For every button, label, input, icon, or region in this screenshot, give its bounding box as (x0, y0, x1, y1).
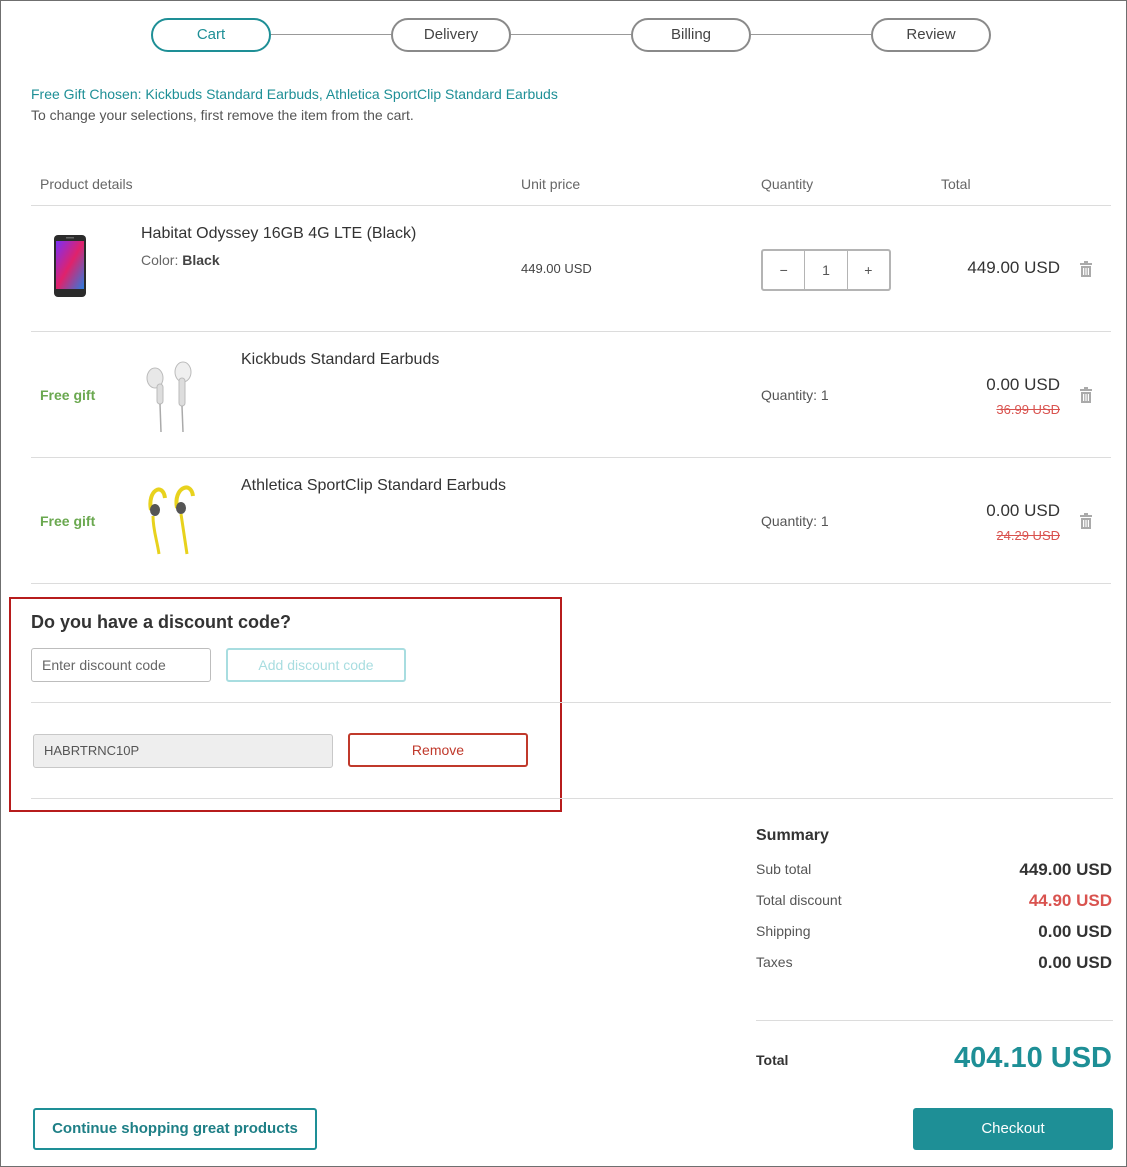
discount-code-input[interactable] (31, 648, 211, 682)
product-name[interactable]: Athletica SportClip Standard Earbuds (241, 477, 506, 495)
quantity-increase-button[interactable]: + (848, 251, 889, 289)
step-billing[interactable]: Billing (631, 18, 751, 52)
unit-price: 449.00 USD (521, 261, 592, 276)
total-value: 404.10 USD (954, 1042, 1112, 1074)
step-connector (271, 34, 391, 35)
step-review[interactable]: Review (871, 18, 991, 52)
earbuds-yellow-image (148, 485, 195, 555)
shipping-value: 0.00 USD (1038, 922, 1112, 941)
product-name[interactable]: Habitat Odyssey 16GB 4G LTE (Black) (141, 225, 416, 243)
taxes-value: 0.00 USD (1038, 953, 1112, 972)
header-unit-price: Unit price (521, 176, 581, 192)
subtotal-label: Sub total (756, 861, 812, 877)
checkout-steps: Cart Delivery Billing Review (151, 18, 991, 52)
product-name[interactable]: Kickbuds Standard Earbuds (241, 351, 439, 369)
cart-row-athletica: Free gift Athletica SportClip Standard E… (31, 458, 1111, 584)
checkout-button[interactable]: Checkout (913, 1108, 1113, 1150)
applied-code-field: HABRTRNC10P (33, 734, 333, 768)
step-cart[interactable]: Cart (151, 18, 271, 52)
trash-icon[interactable] (1079, 261, 1093, 277)
taxes-label: Taxes (756, 954, 793, 970)
original-price: 24.29 USD (996, 528, 1060, 543)
free-gift-tag: Free gift (40, 513, 96, 529)
divider (31, 702, 1111, 703)
quantity-decrease-button[interactable]: − (763, 251, 804, 289)
trash-icon[interactable] (1079, 387, 1093, 403)
divider (31, 583, 1111, 584)
phone-image (54, 235, 86, 297)
free-gift-tag: Free gift (40, 387, 96, 403)
gift-chosen-text: Free Gift Chosen: Kickbuds Standard Earb… (31, 86, 558, 102)
line-total: 0.00 USD (986, 501, 1060, 520)
step-connector (511, 34, 631, 35)
quantity-stepper: − 1 + (761, 249, 891, 291)
trash-icon[interactable] (1079, 513, 1093, 529)
discount-title: Do you have a discount code? (31, 612, 292, 632)
original-price: 36.99 USD (996, 402, 1060, 417)
discount-value: 44.90 USD (1028, 891, 1112, 910)
step-delivery[interactable]: Delivery (391, 18, 511, 52)
total-label: Total (756, 1052, 789, 1068)
header-quantity: Quantity (761, 176, 814, 192)
quantity-text: Quantity: 1 (761, 513, 829, 529)
summary-title: Summary (756, 827, 829, 844)
gift-instruction-text: To change your selections, first remove … (31, 107, 414, 123)
discount-label: Total discount (756, 892, 842, 908)
add-discount-button[interactable]: Add discount code (226, 648, 406, 682)
earbuds-white-image (146, 361, 192, 433)
header-product-details: Product details (40, 176, 133, 192)
step-connector (751, 34, 871, 35)
quantity-value[interactable]: 1 (804, 251, 848, 289)
divider (31, 798, 1113, 799)
product-color: Color: Black (141, 252, 220, 268)
color-label: Color: (141, 252, 179, 268)
quantity-text: Quantity: 1 (761, 387, 829, 403)
shipping-label: Shipping (756, 923, 811, 939)
line-total: 449.00 USD (967, 258, 1060, 277)
gift-note: Free Gift Chosen: Kickbuds Standard Earb… (31, 84, 558, 126)
header-total: Total (941, 176, 971, 192)
subtotal-value: 449.00 USD (1019, 860, 1112, 879)
line-total: 0.00 USD (986, 375, 1060, 394)
divider (756, 1020, 1113, 1021)
color-value: Black (182, 252, 220, 268)
continue-shopping-button[interactable]: Continue shopping great products (33, 1108, 317, 1150)
remove-code-button[interactable]: Remove (348, 733, 528, 767)
cart-row-kickbuds: Free gift Kickbuds Standard Earbuds Quan… (31, 332, 1111, 458)
cart-row-phone: Habitat Odyssey 16GB 4G LTE (Black) Colo… (31, 206, 1111, 332)
